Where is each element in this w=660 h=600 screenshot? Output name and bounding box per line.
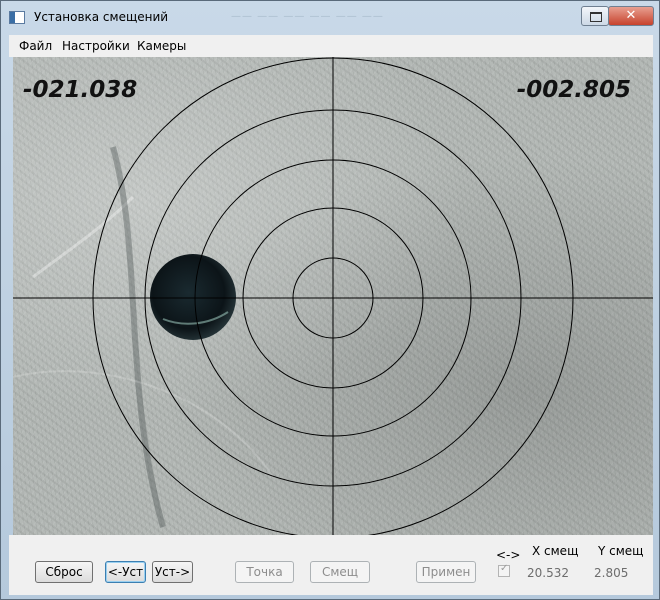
close-icon: ✕ (625, 8, 637, 23)
restore-icon[interactable] (581, 6, 609, 26)
y-coordinate-readout: -002.805 (516, 77, 631, 103)
controls-panel: Сброс <-Уст Уст-> Точка Смещ Примен <-> … (9, 535, 653, 595)
crosshair-icon (13, 57, 653, 535)
point-button[interactable]: Точка (235, 561, 294, 583)
x-offset-value: 20.532 (527, 566, 569, 580)
set-right-button[interactable]: Уст-> (152, 561, 193, 583)
offset-button[interactable]: Смещ (310, 561, 370, 583)
apply-button[interactable]: Примен (416, 561, 476, 583)
reset-button[interactable]: Сброс (35, 561, 93, 583)
title-bar[interactable]: Установка смещений —— —— —— —— —— —— ✕ (1, 1, 659, 35)
window-title: Установка смещений (34, 10, 169, 24)
swap-checkbox[interactable] (498, 563, 510, 577)
menu-cameras[interactable]: Камеры (137, 39, 186, 53)
menu-file[interactable]: Файл (19, 39, 52, 53)
x-offset-label: X смещ (532, 544, 579, 558)
menu-settings[interactable]: Настройки (62, 39, 130, 53)
set-left-button[interactable]: <-Уст (105, 561, 146, 583)
hole-feature (150, 254, 236, 340)
camera-view[interactable]: -021.038 -002.805 (13, 57, 653, 535)
swap-label: <-> (496, 548, 521, 562)
close-button[interactable]: ✕ (608, 6, 654, 26)
app-window-icon (9, 11, 25, 24)
y-offset-value: 2.805 (594, 566, 629, 580)
y-offset-label: Y смещ (598, 544, 644, 558)
background-window-menu: —— —— —— —— —— —— (231, 11, 384, 22)
x-coordinate-readout: -021.038 (23, 77, 138, 103)
menu-bar: Файл Настройки Камеры (9, 35, 653, 57)
offset-setup-window: Установка смещений —— —— —— —— —— —— ✕ Ф… (0, 0, 660, 600)
